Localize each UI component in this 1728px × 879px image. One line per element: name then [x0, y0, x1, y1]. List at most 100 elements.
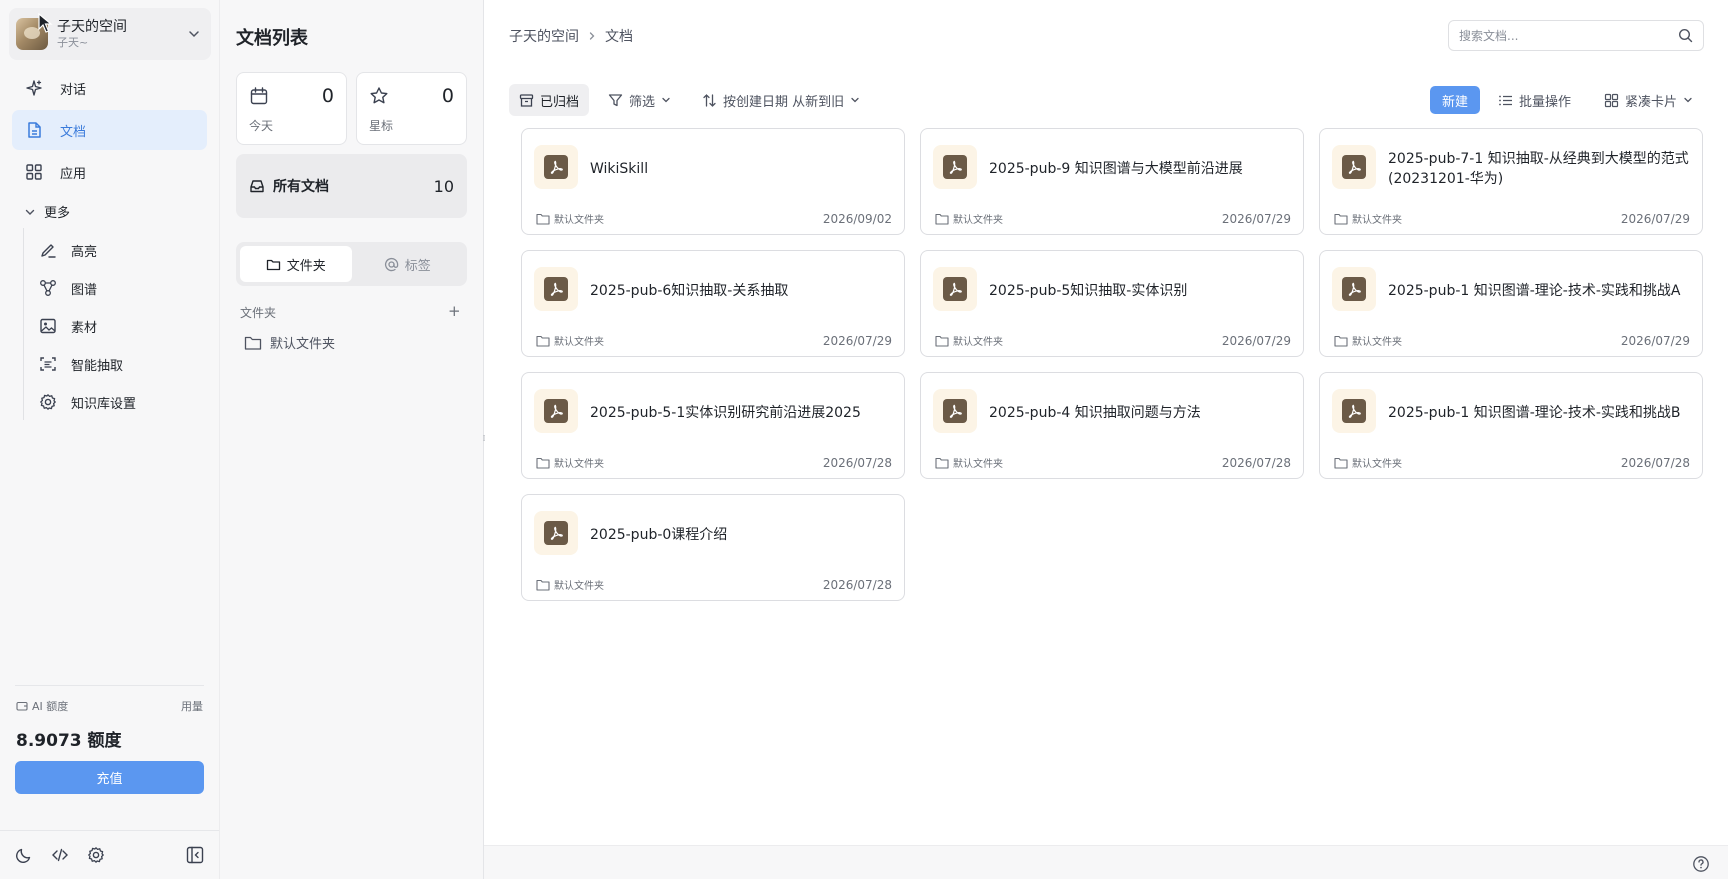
document-folder: 默认文件夹	[935, 333, 1003, 348]
nav-item-highlight[interactable]: 高亮	[38, 233, 97, 267]
document-folder: 默认文件夹	[935, 211, 1003, 226]
code-icon[interactable]	[50, 845, 70, 865]
panel-resize-handle[interactable]: ⁞	[480, 432, 488, 446]
today-count: 0	[321, 85, 334, 107]
document-date: 2026/07/28	[822, 456, 892, 470]
search-icon[interactable]	[1678, 28, 1693, 43]
document-card[interactable]: 2025-pub-5知识抽取-实体识别 默认文件夹 2026/07/29	[920, 250, 1304, 357]
add-folder-button[interactable]: +	[448, 303, 461, 319]
nav-item-materials[interactable]: 素材	[38, 309, 97, 343]
document-card[interactable]: WikiSkill 默认文件夹 2026/09/02	[521, 128, 905, 235]
more-section-toggle[interactable]: 更多	[24, 202, 70, 221]
document-card[interactable]: 2025-pub-5-1实体识别研究前沿进展2025 默认文件夹 2026/07…	[521, 372, 905, 479]
scan-text-icon	[38, 354, 58, 374]
document-card[interactable]: 2025-pub-7-1 知识抽取-从经典到大模型的范式(20231201-华为…	[1319, 128, 1703, 235]
chevron-right-icon	[587, 31, 597, 41]
document-folder: 默认文件夹	[1334, 333, 1402, 348]
at-sign-icon	[384, 257, 399, 272]
breadcrumb-root[interactable]: 子天的空间	[509, 26, 579, 46]
settings-icon[interactable]	[86, 845, 106, 865]
folder-icon	[536, 335, 550, 347]
folder-icon	[244, 335, 262, 351]
moon-icon[interactable]	[14, 845, 34, 865]
sort-arrows-icon	[702, 93, 717, 108]
nav-item-documents[interactable]: 文档	[12, 110, 207, 150]
folder-icon	[1334, 213, 1348, 225]
divider	[15, 685, 204, 686]
workspace-user: 子天~	[57, 36, 89, 49]
doc-list-panel: 文档列表 0 今天 0 星标 所有文档 10 文件夹 标签 文件夹 + 默认文件…	[220, 0, 484, 879]
document-card[interactable]: 2025-pub-0课程介绍 默认文件夹 2026/07/28	[521, 494, 905, 601]
folder-item-default[interactable]: 默认文件夹	[244, 333, 335, 352]
document-title: 2025-pub-4 知识抽取问题与方法	[989, 405, 1201, 421]
document-title: WikiSkill	[590, 161, 649, 177]
chevron-down-icon	[24, 206, 36, 218]
pdf-file-icon	[1332, 389, 1376, 433]
divider	[0, 830, 219, 831]
view-mode-button[interactable]: 紧凑卡片	[1604, 84, 1693, 116]
nav-item-chat[interactable]: 对话	[12, 68, 207, 108]
folder-icon	[536, 213, 550, 225]
document-card[interactable]: 2025-pub-6知识抽取-关系抽取 默认文件夹 2026/07/29	[521, 250, 905, 357]
document-folder: 默认文件夹	[536, 211, 604, 226]
help-icon[interactable]	[1692, 855, 1710, 873]
nav-item-apps[interactable]: 应用	[12, 152, 207, 192]
document-title: 2025-pub-1 知识图谱-理论-技术-实践和挑战B	[1388, 405, 1681, 421]
chevron-down-icon	[1683, 95, 1693, 105]
document-card[interactable]: 2025-pub-4 知识抽取问题与方法 默认文件夹 2026/07/28	[920, 372, 1304, 479]
folder-icon	[536, 457, 550, 469]
pdf-file-icon	[933, 389, 977, 433]
nav-item-kb-settings[interactable]: 知识库设置	[38, 385, 136, 419]
workspace-name: 子天的空间	[57, 19, 127, 35]
pdf-file-icon	[534, 267, 578, 311]
graph-icon	[38, 278, 58, 298]
batch-operations-button[interactable]: 批量操作	[1498, 84, 1571, 116]
list-icon	[1498, 93, 1513, 108]
tab-folders[interactable]: 文件夹	[240, 246, 352, 282]
usage-link[interactable]: 用量	[181, 698, 203, 714]
sparkle-icon	[24, 78, 44, 98]
document-folder: 默认文件夹	[536, 333, 604, 348]
nav-item-label: 应用	[60, 166, 87, 182]
document-date: 2026/07/29	[1221, 212, 1291, 226]
document-folder: 默认文件夹	[1334, 455, 1402, 470]
document-card[interactable]: 2025-pub-9 知识图谱与大模型前沿进展 默认文件夹 2026/07/29	[920, 128, 1304, 235]
breadcrumb: 子天的空间 文档	[509, 26, 633, 46]
search-input[interactable]	[1459, 28, 1678, 43]
document-date: 2026/07/28	[822, 578, 892, 592]
pdf-file-icon	[534, 511, 578, 555]
document-title: 2025-pub-7-1 知识抽取-从经典到大模型的范式(20231201-华为…	[1388, 151, 1689, 187]
document-card[interactable]: 2025-pub-1 知识图谱-理论-技术-实践和挑战B 默认文件夹 2026/…	[1319, 372, 1703, 479]
document-date: 2026/07/29	[1221, 334, 1291, 348]
tab-tags[interactable]: 标签	[352, 246, 464, 282]
filter-button[interactable]: 筛选	[608, 84, 671, 116]
nav-item-graph[interactable]: 图谱	[38, 271, 97, 305]
breadcrumb-current: 文档	[605, 29, 633, 45]
collapse-sidebar-icon[interactable]	[185, 845, 205, 865]
archive-icon	[519, 93, 534, 108]
archived-button[interactable]: 已归档	[509, 84, 589, 116]
nav-item-label: 图谱	[71, 282, 98, 298]
nav-item-smart-extract[interactable]: 智能抽取	[38, 347, 123, 381]
grid-view-icon	[1604, 93, 1619, 108]
inbox-icon	[249, 178, 265, 194]
nav-item-label: 对话	[60, 82, 87, 98]
folder-icon	[935, 457, 949, 469]
stat-card-today[interactable]: 0 今天	[236, 72, 347, 145]
document-card[interactable]: 2025-pub-1 知识图谱-理论-技术-实践和挑战A 默认文件夹 2026/…	[1319, 250, 1703, 357]
all-documents-item[interactable]: 所有文档 10	[236, 154, 467, 218]
folder-icon	[935, 335, 949, 347]
pdf-file-icon	[1332, 267, 1376, 311]
document-title: 2025-pub-1 知识图谱-理论-技术-实践和挑战A	[1388, 283, 1681, 299]
stat-card-starred[interactable]: 0 星标	[356, 72, 467, 145]
new-document-button[interactable]: 新建	[1430, 86, 1480, 114]
document-title: 2025-pub-5知识抽取-实体识别	[989, 283, 1188, 299]
mouse-cursor-icon	[38, 13, 54, 33]
all-documents-label: 所有文档	[273, 179, 329, 195]
pdf-file-icon	[534, 389, 578, 433]
sort-button[interactable]: 按创建日期 从新到旧	[702, 84, 860, 116]
folder-icon	[1334, 457, 1348, 469]
gear-icon	[38, 392, 58, 412]
recharge-button[interactable]: 充值	[15, 761, 204, 794]
pdf-file-icon	[1332, 145, 1376, 189]
